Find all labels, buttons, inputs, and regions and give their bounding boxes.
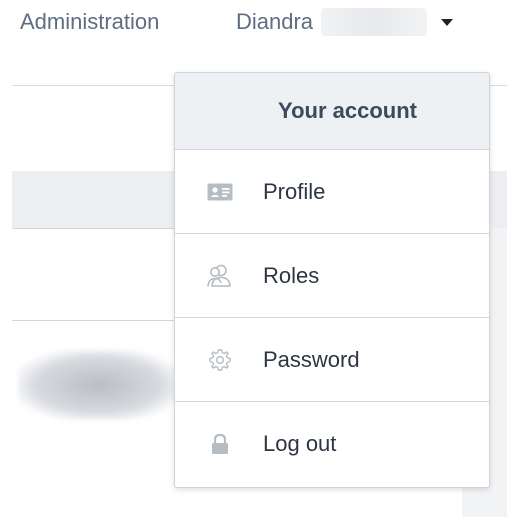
menu-item-logout[interactable]: Log out	[175, 402, 489, 485]
user-roles-icon	[175, 263, 263, 289]
user-menu-toggle[interactable]: Diandra	[236, 8, 454, 36]
administration-link[interactable]: Administration	[20, 8, 159, 36]
menu-item-label: Password	[263, 346, 360, 372]
lock-icon	[175, 433, 263, 455]
id-card-icon	[175, 183, 263, 201]
menu-item-password[interactable]: Password	[175, 318, 489, 402]
caret-down-icon	[441, 18, 454, 26]
user-name: Diandra	[236, 9, 314, 34]
gear-icon	[175, 348, 263, 372]
account-dropdown-menu: Your account Profile Roles Password Log …	[174, 72, 490, 488]
top-navigation: Administration Diandra	[0, 0, 507, 44]
account-menu-header: Your account	[175, 73, 489, 150]
redacted-surname	[321, 8, 428, 36]
account-menu-title: Your account	[278, 98, 417, 123]
menu-item-profile[interactable]: Profile	[175, 150, 489, 234]
menu-item-label: Profile	[263, 178, 326, 204]
menu-item-roles[interactable]: Roles	[175, 234, 489, 318]
menu-item-label: Log out	[263, 430, 337, 456]
redacted-background-text	[18, 350, 178, 420]
menu-item-label: Roles	[263, 262, 320, 288]
